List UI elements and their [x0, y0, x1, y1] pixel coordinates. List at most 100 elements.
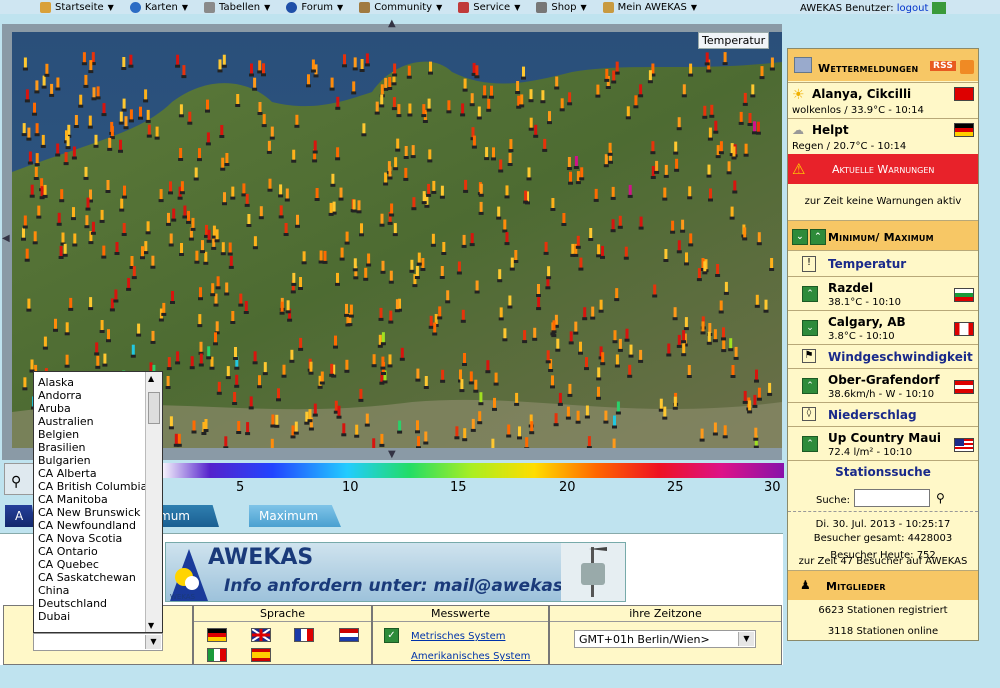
scroll-up-icon[interactable]: ▲ — [148, 374, 154, 383]
station-marker[interactable] — [235, 374, 239, 386]
station-marker[interactable] — [100, 209, 104, 221]
station-marker[interactable] — [618, 338, 622, 350]
station-marker[interactable] — [760, 66, 764, 78]
station-marker[interactable] — [35, 80, 39, 92]
station-marker[interactable] — [390, 203, 394, 215]
tab-maximum[interactable]: Maximum — [249, 505, 341, 527]
station-marker[interactable] — [510, 257, 514, 269]
station-marker[interactable] — [228, 242, 232, 254]
station-marker[interactable] — [555, 76, 559, 88]
station-marker[interactable] — [108, 137, 112, 149]
station-marker[interactable] — [362, 123, 366, 135]
station-marker[interactable] — [247, 214, 251, 225]
station-marker[interactable] — [73, 233, 77, 245]
station-marker[interactable] — [615, 61, 619, 73]
station-marker[interactable] — [96, 86, 100, 98]
station-marker[interactable] — [151, 255, 155, 267]
station-marker[interactable] — [206, 132, 210, 144]
minmax-rain-row[interactable]: ◊ Niederschlag — [788, 402, 978, 426]
station-marker[interactable] — [122, 57, 126, 68]
minmax-item[interactable]: ⌃ Razdel 38.1°C - 10:10 — [788, 276, 978, 310]
station-marker[interactable] — [56, 143, 60, 155]
station-marker[interactable] — [442, 242, 446, 253]
station-marker[interactable] — [470, 93, 474, 105]
station-marker[interactable] — [334, 400, 338, 412]
station-marker[interactable] — [155, 126, 159, 138]
station-marker[interactable] — [296, 214, 299, 226]
station-marker[interactable] — [429, 61, 432, 73]
station-marker[interactable] — [597, 244, 601, 256]
station-marker[interactable] — [464, 179, 468, 191]
station-marker[interactable] — [659, 398, 663, 410]
station-marker[interactable] — [703, 261, 707, 273]
station-marker[interactable] — [284, 223, 288, 234]
station-marker[interactable] — [429, 315, 433, 327]
station-marker[interactable] — [560, 98, 564, 110]
station-marker[interactable] — [460, 379, 464, 391]
station-marker[interactable] — [183, 205, 187, 217]
station-marker[interactable] — [372, 354, 376, 366]
station-marker[interactable] — [315, 188, 319, 199]
station-marker[interactable] — [159, 189, 163, 201]
station-marker[interactable] — [625, 328, 629, 340]
zoom-control[interactable]: ⚲ — [4, 463, 34, 495]
station-marker[interactable] — [522, 66, 525, 78]
station-marker[interactable] — [505, 185, 509, 197]
station-marker[interactable] — [221, 157, 225, 169]
station-marker[interactable] — [106, 180, 110, 191]
station-marker[interactable] — [345, 303, 348, 315]
station-marker[interactable] — [384, 172, 388, 184]
station-marker[interactable] — [585, 405, 589, 417]
station-marker[interactable] — [743, 390, 747, 402]
station-marker[interactable] — [22, 123, 26, 135]
station-marker[interactable] — [591, 306, 595, 318]
station-marker[interactable] — [364, 267, 368, 279]
station-marker[interactable] — [345, 231, 349, 243]
station-marker[interactable] — [416, 420, 419, 432]
station-marker[interactable] — [499, 159, 503, 171]
station-marker[interactable] — [525, 437, 529, 448]
station-marker[interactable] — [479, 183, 483, 195]
station-marker[interactable] — [336, 96, 340, 108]
station-marker[interactable] — [282, 364, 286, 376]
station-marker[interactable] — [56, 77, 60, 89]
station-marker[interactable] — [353, 258, 357, 270]
station-marker[interactable] — [497, 206, 501, 218]
station-marker[interactable] — [69, 297, 73, 309]
station-marker[interactable] — [64, 152, 68, 164]
station-marker[interactable] — [541, 90, 545, 102]
tab-minimum[interactable]: mum — [155, 505, 219, 527]
station-marker[interactable] — [601, 245, 604, 257]
station-marker[interactable] — [479, 201, 483, 213]
station-marker[interactable] — [146, 109, 150, 121]
station-marker[interactable] — [743, 227, 747, 239]
station-marker[interactable] — [23, 215, 27, 227]
station-marker[interactable] — [558, 392, 562, 404]
station-marker[interactable] — [587, 436, 591, 448]
station-marker[interactable] — [713, 329, 717, 341]
station-marker[interactable] — [166, 376, 170, 387]
station-marker[interactable] — [417, 436, 420, 448]
station-marker[interactable] — [381, 332, 385, 344]
station-marker[interactable] — [709, 188, 712, 200]
station-marker[interactable] — [628, 364, 632, 376]
station-marker[interactable] — [129, 109, 133, 121]
station-marker[interactable] — [263, 362, 267, 374]
station-marker[interactable] — [169, 416, 173, 428]
station-marker[interactable] — [427, 98, 431, 110]
station-marker[interactable] — [639, 84, 643, 96]
station-marker[interactable] — [233, 392, 237, 403]
station-marker[interactable] — [258, 60, 262, 72]
station-marker[interactable] — [43, 336, 47, 348]
station-marker[interactable] — [612, 70, 616, 82]
station-marker[interactable] — [91, 221, 95, 233]
station-marker[interactable] — [597, 367, 601, 379]
station-marker[interactable] — [398, 420, 402, 432]
station-marker[interactable] — [225, 153, 229, 164]
station-marker[interactable] — [722, 327, 725, 339]
station-marker[interactable] — [329, 202, 333, 214]
station-marker[interactable] — [719, 300, 723, 312]
station-marker[interactable] — [554, 413, 558, 425]
station-marker[interactable] — [503, 328, 507, 340]
station-marker[interactable] — [100, 320, 104, 331]
